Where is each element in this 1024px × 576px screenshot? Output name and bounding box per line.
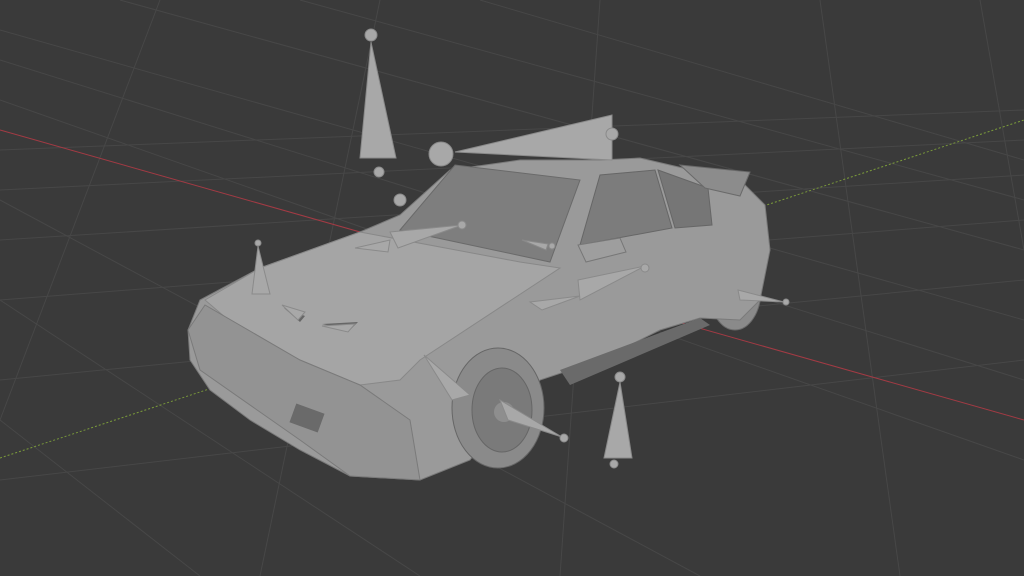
bone-ground-front[interactable] (603, 371, 633, 469)
3d-viewport[interactable] (0, 0, 1024, 576)
viewport-canvas[interactable] (0, 0, 1024, 576)
bone-roof-antenna[interactable] (359, 28, 397, 178)
bone-roof[interactable] (428, 114, 619, 167)
car-model[interactable] (187, 157, 771, 481)
